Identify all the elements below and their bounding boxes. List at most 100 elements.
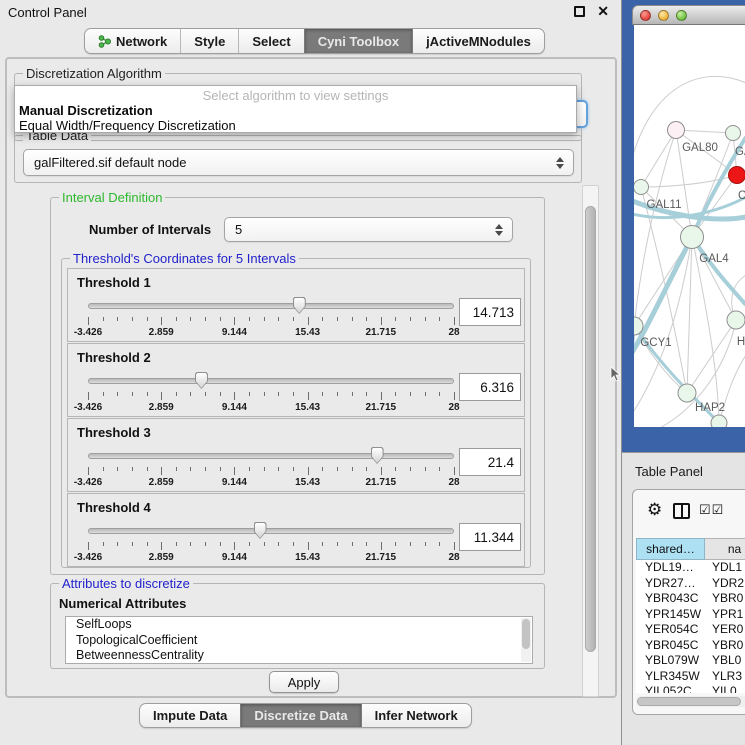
table-data-group: Table Data galFiltered.sif default node xyxy=(14,135,582,183)
gear-icon[interactable]: ⚙ xyxy=(647,500,662,520)
zoom-light-icon[interactable] xyxy=(676,10,687,21)
threshold-value-field[interactable] xyxy=(459,373,521,401)
column-header-shared-name[interactable]: shared… xyxy=(636,538,705,560)
network-window-titlebar[interactable] xyxy=(632,5,745,25)
slider-tick-label: 21.715 xyxy=(366,477,397,488)
slider-track[interactable] xyxy=(88,528,454,534)
threshold-slider[interactable]: -3.4262.8599.14415.4321.71528 xyxy=(88,295,454,339)
slider-tick-label: 15.43 xyxy=(295,477,320,488)
table-panel: Table Panel ⚙ ☑☑ shared… na YDL19…YDL1YD… xyxy=(622,452,745,745)
threshold-value-field[interactable] xyxy=(459,298,521,326)
network-view-window: GAL80GACGAL11GAL4GCY1HHAP2 xyxy=(632,5,745,427)
table-row[interactable]: YBL079WYBL0 xyxy=(636,653,745,669)
select-columns-checkbox-icons[interactable]: ☑☑ xyxy=(699,502,724,518)
tab-style[interactable]: Style xyxy=(180,29,238,53)
slider-track[interactable] xyxy=(88,453,454,459)
slider-tick xyxy=(337,542,338,546)
tab-infer-network[interactable]: Infer Network xyxy=(361,704,471,727)
attribute-list-item[interactable]: BetweennessCentrality xyxy=(66,648,532,664)
number-of-intervals-combobox[interactable]: 5 xyxy=(224,217,513,242)
network-node[interactable] xyxy=(711,415,727,427)
threshold-slider[interactable]: -3.4262.8599.14415.4321.71528 xyxy=(88,445,454,489)
slider-tick xyxy=(220,467,221,471)
slider-tick xyxy=(337,392,338,396)
cell-name: YBR0 xyxy=(705,591,745,607)
slider-tick-label: 9.144 xyxy=(222,477,247,488)
network-node-ga[interactable] xyxy=(726,126,741,141)
slider-tick-label: -3.426 xyxy=(74,552,102,563)
table-row[interactable]: YDL19…YDL1 xyxy=(636,560,745,576)
slider-thumb[interactable] xyxy=(371,447,384,464)
network-node-c[interactable] xyxy=(729,167,745,184)
table-row[interactable]: YER054CYER0 xyxy=(636,622,745,638)
table-row[interactable]: YPR145WYPR1 xyxy=(636,607,745,623)
threshold-slider[interactable]: -3.4262.8599.14415.4321.71528 xyxy=(88,370,454,414)
split-columns-icon[interactable] xyxy=(673,503,690,519)
table-row[interactable]: YDR27…YDR2 xyxy=(636,576,745,592)
slider-tick xyxy=(410,392,411,396)
scrollbar-thumb[interactable] xyxy=(585,206,596,652)
slider-tick xyxy=(132,467,133,471)
slider-thumb[interactable] xyxy=(195,372,208,389)
slider-tick xyxy=(220,542,221,546)
threshold-label: Threshold 2 xyxy=(77,350,151,365)
network-node-hap2[interactable] xyxy=(678,384,696,402)
slider-tick xyxy=(439,392,440,396)
scrollbar-thumb[interactable] xyxy=(522,619,530,649)
number-of-intervals-label: Number of Intervals xyxy=(89,222,211,237)
slider-tick xyxy=(147,467,148,471)
control-panel-titlebar: Control Panel ✕ xyxy=(0,0,621,24)
apply-button[interactable]: Apply xyxy=(269,671,339,693)
scrollbar-thumb[interactable] xyxy=(637,697,741,706)
slider-track[interactable] xyxy=(88,378,454,384)
close-light-icon[interactable] xyxy=(640,10,651,21)
float-window-icon[interactable] xyxy=(574,6,585,17)
tab-impute-data[interactable]: Impute Data xyxy=(140,704,240,727)
tab-jactivemnodules[interactable]: jActiveMNodules xyxy=(412,29,544,53)
control-panel-window: Control Panel ✕ NetworkStyleSelectCyni T… xyxy=(0,0,622,745)
numerical-attributes-list[interactable]: SelfLoopsTopologicalCoefficientBetweenne… xyxy=(65,616,533,664)
attribute-list-item[interactable]: SelfLoops xyxy=(66,617,532,633)
network-canvas[interactable]: GAL80GACGAL11GAL4GCY1HHAP2 xyxy=(634,25,745,427)
column-header-name[interactable]: na xyxy=(705,538,745,560)
minimize-light-icon[interactable] xyxy=(658,10,669,21)
attribute-list-item[interactable]: TopologicalCoefficient xyxy=(66,633,532,649)
close-panel-icon[interactable]: ✕ xyxy=(597,3,609,20)
network-node-gal80[interactable] xyxy=(668,122,685,139)
slider-thumb[interactable] xyxy=(293,297,306,314)
slider-tick-label: 28 xyxy=(448,327,459,338)
table-row[interactable]: YLR345WYLR3 xyxy=(636,669,745,685)
threshold-value-field[interactable] xyxy=(459,448,521,476)
slider-tick xyxy=(234,392,235,400)
slider-tick xyxy=(205,542,206,546)
table-row[interactable]: YIL052CYIL0 xyxy=(636,684,745,693)
slider-tick xyxy=(278,392,279,396)
slider-tick xyxy=(117,467,118,471)
list-scrollbar[interactable] xyxy=(521,618,531,662)
slider-tick xyxy=(395,317,396,321)
table-horizontal-scrollbar[interactable] xyxy=(636,696,745,707)
threshold-value-field[interactable] xyxy=(459,523,521,551)
network-node-h[interactable] xyxy=(727,311,745,329)
slider-track[interactable] xyxy=(88,303,454,309)
cyni-mode-tabbar: Impute DataDiscretize DataInfer Network xyxy=(139,703,472,728)
tab-network[interactable]: Network xyxy=(85,29,180,53)
slider-thumb[interactable] xyxy=(254,522,267,539)
tab-discretize-data[interactable]: Discretize Data xyxy=(240,704,360,727)
threshold-slider[interactable]: -3.4262.8599.14415.4321.71528 xyxy=(88,520,454,564)
dropdown-option-equal-width-frequency[interactable]: Equal Width/Frequency Discretization xyxy=(19,118,236,133)
table-data-combobox[interactable]: galFiltered.sif default node xyxy=(23,149,574,176)
main-vertical-scrollbar[interactable] xyxy=(582,185,599,697)
slider-tick xyxy=(117,542,118,546)
tab-cyni-toolbox[interactable]: Cyni Toolbox xyxy=(304,29,412,53)
slider-tick-label: 2.859 xyxy=(149,552,174,563)
table-row[interactable]: YBR043CYBR0 xyxy=(636,591,745,607)
slider-tick-label: 28 xyxy=(448,552,459,563)
network-node-gal11[interactable] xyxy=(634,180,649,195)
dropdown-option-manual-discretization[interactable]: Manual Discretization xyxy=(19,103,153,118)
threshold-coordinates-title: Threshold's Coordinates for 5 Intervals xyxy=(70,251,299,266)
network-node-gal4[interactable] xyxy=(681,226,704,249)
slider-tick-label: 15.43 xyxy=(295,327,320,338)
tab-select[interactable]: Select xyxy=(238,29,303,53)
table-row[interactable]: YBR045CYBR0 xyxy=(636,638,745,654)
